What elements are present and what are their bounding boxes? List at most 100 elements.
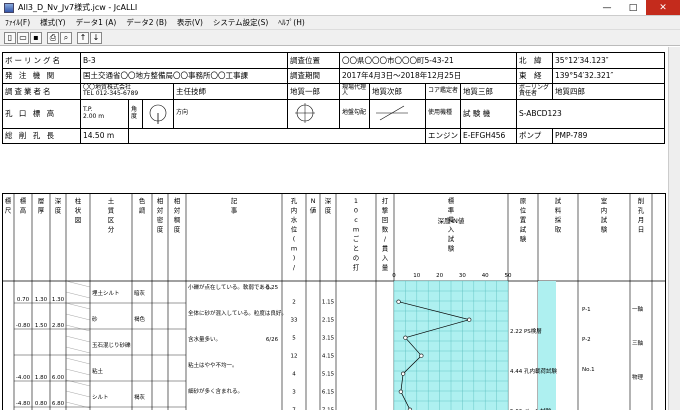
column-header-char: 量 — [382, 264, 389, 272]
column-header-char: ご — [353, 234, 360, 243]
column-header-char: m — [353, 226, 359, 234]
menu-item-1[interactable]: 様式(Y) — [35, 17, 70, 28]
column-header-char: 度 — [55, 206, 62, 215]
save-icon[interactable]: ▪ — [30, 31, 42, 44]
column-header-char: 土 — [108, 196, 115, 205]
borer-label: ボーリング責任者 — [516, 83, 553, 100]
cell-soil: シルト — [92, 395, 109, 401]
menu-item-5[interactable]: システム設定(S) — [208, 17, 273, 28]
chief-label: 主任技師 — [173, 83, 288, 100]
cell-n-depth: 6.15 — [322, 390, 335, 396]
sample-id: P-2 — [582, 337, 591, 343]
company-label: 調査業者名 — [2, 83, 81, 100]
column-header-char: 1 — [354, 197, 358, 205]
cell-n-value: 3 — [292, 390, 296, 396]
maximize-button[interactable]: □ — [620, 0, 646, 15]
insitu-graph-bg — [538, 281, 556, 410]
soil-pattern-hatch — [65, 313, 91, 321]
up-arrow-icon[interactable]: ↑ — [77, 31, 89, 44]
column-header-char: 原 — [520, 197, 527, 205]
menu-item-3[interactable]: データ2 (B) — [121, 17, 172, 28]
engine-label: エンジン — [425, 127, 461, 144]
cell-soil: 玉石混じり砂礫 — [92, 341, 131, 349]
column-header-char: 回 — [382, 216, 389, 224]
column-header-char: 採 — [555, 215, 562, 224]
column-header-char: 室 — [601, 196, 608, 205]
column-header-char: 置 — [520, 216, 527, 224]
north-label: 北 緯 — [516, 52, 553, 69]
column-header-char: 験 — [448, 244, 455, 253]
cell-thickness: 1.30 — [35, 297, 48, 303]
lab-test: 一軸 — [632, 305, 644, 313]
cell-n-depth: 3.15 — [322, 336, 335, 342]
close-button[interactable]: ✕ — [646, 0, 680, 15]
menu-item-4[interactable]: 表示(V) — [172, 17, 208, 28]
column-header-char: 事 — [231, 206, 238, 215]
column-header-char: 月 — [638, 216, 645, 224]
nvalue-point — [403, 335, 408, 340]
new-icon[interactable]: ▯ — [4, 31, 16, 44]
column-header-char: 度 — [325, 206, 332, 215]
column-header-char: 深 — [325, 196, 332, 205]
length-label: 総 削 孔 長 — [2, 127, 81, 144]
cell-n-value: 12 — [291, 354, 298, 360]
length-value: 14.50 m — [80, 127, 129, 144]
column-header-char: 密 — [157, 215, 164, 224]
column-header-char: 分 — [108, 225, 115, 234]
column-header-char: 水 — [291, 215, 298, 224]
graph-tick-label: 10 — [413, 273, 420, 279]
column-header-char: m — [291, 245, 297, 253]
column-header-char: / — [384, 235, 387, 243]
boring-log-document: ボーリング名 B-3 調査位置 〇〇県〇〇〇市〇〇〇町5-43-21 北 緯 3… — [0, 47, 680, 410]
cell-note: 全体に砂が混入している。粒度は良好。 — [188, 309, 287, 317]
cell-soil: 埋土シルト — [92, 289, 120, 297]
soil-pattern-hatch — [65, 280, 91, 288]
column-header-char: 験 — [601, 225, 608, 234]
cell-depth: 6.00 — [52, 375, 65, 381]
title-bar: All3_D_Nv_Jv7様式.jcw - JcALLI — □ ✕ — [0, 0, 680, 16]
cell-color: 褐色 — [134, 315, 146, 323]
column-header-char: 深 — [55, 196, 62, 205]
ground-slope-label: 地盤勾配 — [339, 98, 370, 129]
menu-item-2[interactable]: データ1 (A) — [71, 17, 122, 28]
column-header-char: の — [353, 254, 360, 262]
column-header-char: 図 — [75, 216, 82, 224]
column-header-char: 削 — [638, 196, 645, 205]
column-header-char: 尺 — [5, 207, 12, 215]
cell-n-value: 4 — [292, 372, 296, 378]
column-header-char: 調 — [139, 206, 146, 215]
column-header-char: 試 — [555, 196, 562, 205]
nvalue-point — [419, 353, 424, 358]
east-label: 東 経 — [516, 67, 553, 84]
column-header-char: 0 — [354, 207, 358, 215]
column-header-char: 入 — [382, 254, 389, 262]
column-header-char: 位 — [520, 206, 527, 215]
vertical-scrollbar[interactable] — [668, 47, 680, 410]
menu-item-6[interactable]: ﾍﾙﾌﾟ(H) — [273, 17, 310, 28]
soil-pattern-hatch — [65, 302, 91, 310]
menu-item-0[interactable]: ﾌｧｲﾙ(F) — [0, 17, 35, 28]
cell-depth: 1.30 — [52, 297, 65, 303]
column-header-char: ( — [293, 235, 296, 243]
sample-id: P-1 — [582, 307, 591, 313]
water-level-date: 6/26 — [266, 337, 279, 343]
column-header-char: と — [353, 245, 360, 253]
north-value: 35°12′34.123″ — [552, 52, 665, 69]
down-arrow-icon[interactable]: ↓ — [90, 31, 102, 44]
column-header-char: 層 — [38, 197, 45, 205]
column-header-char: 撃 — [382, 206, 389, 215]
app-icon — [4, 2, 14, 13]
cell-note: 粘土はやや不均一。 — [188, 361, 238, 369]
open-icon[interactable]: ▭ — [17, 31, 29, 44]
column-header-char: / — [293, 264, 296, 272]
search-icon[interactable]: ⌕ — [60, 31, 72, 44]
column-header-char: 相 — [157, 196, 164, 205]
column-header-char: 度 — [174, 225, 181, 234]
column-header-char: 内 — [291, 206, 298, 215]
column-header-char: 色 — [139, 196, 146, 205]
cell-depth: 2.80 — [52, 323, 65, 329]
soil-pattern-hatch — [65, 390, 91, 398]
minimize-button[interactable]: — — [594, 0, 620, 15]
print-icon[interactable]: ⎙ — [47, 31, 59, 44]
tester-value: S-ABCD123 — [516, 98, 665, 129]
